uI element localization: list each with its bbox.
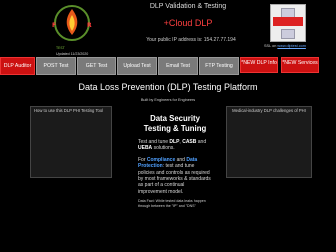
nav-dlp-auditor[interactable]: DLP Auditor — [0, 57, 35, 75]
intro-paragraph: Test and tune DLP, CASB and UEBA solutio… — [138, 139, 212, 152]
svg-text:R: R — [87, 22, 92, 29]
data-fact: Data Fact: While tested data leaks happe… — [138, 199, 206, 208]
para-text: For — [138, 156, 146, 163]
video-dlp-phi-tool[interactable]: How to use this DLP PHI Testing Tool — [30, 106, 112, 178]
nav-ftp-testing[interactable]: FTP Testing — [199, 57, 239, 75]
tagline: Built by Engineers for Engineers — [140, 98, 196, 102]
intro-section: Data Security Testing & Tuning Test and … — [138, 114, 212, 208]
ssl-prefix: SSL on — [264, 44, 277, 48]
chat-icon — [281, 29, 295, 39]
updated-date: Updated 11/23/2020 — [56, 52, 89, 56]
ssl-link[interactable]: www.dlptest.com — [277, 44, 306, 48]
nav-get-test[interactable]: GET Test — [77, 57, 116, 75]
video-title: How to use this DLP PHI Testing Tool — [34, 108, 104, 113]
nav-upload-test[interactable]: Upload Test — [117, 57, 157, 75]
plus-cloud-dlp-link[interactable]: +Cloud DLP — [118, 18, 258, 28]
para-bold: CASB — [182, 139, 197, 145]
site-title: DLP Validation & Testing — [149, 3, 227, 10]
para-bold: Compliance — [146, 156, 176, 163]
para-text: and — [197, 139, 207, 145]
nav-new-dlp-info[interactable]: *NEW DLP Info — [240, 57, 278, 73]
help-desk-banner — [273, 17, 303, 26]
main-navigation: DLP Auditor POST Test GET Test Upload Te… — [0, 57, 336, 75]
compliance-paragraph: For Compliance and Data Protection: test… — [138, 157, 212, 195]
para-text: Test and tune — [138, 139, 169, 145]
dlp-help-desk-badge[interactable] — [270, 4, 306, 42]
para-bold: DLP — [169, 139, 180, 145]
logo-text: TEST — [56, 46, 65, 50]
public-ip-text: Your public IP address is: 154.27.77.194 — [146, 37, 236, 43]
nav-new-services[interactable]: *NEW Services — [281, 57, 319, 73]
svg-text:F: F — [52, 22, 56, 29]
dlp-test-logo: F R — [52, 5, 92, 41]
para-text: , — [179, 139, 181, 145]
video-medical-dlp[interactable]: Medical-industry DLP challenges of PHI — [226, 106, 312, 178]
nav-post-test[interactable]: POST Test — [36, 57, 76, 75]
para-bold: UEBA — [138, 145, 153, 152]
page-title: Data Loss Prevention (DLP) Testing Platf… — [78, 82, 258, 92]
video-title: Medical-industry DLP challenges of PHI — [232, 108, 306, 113]
nav-email-test[interactable]: Email Test — [158, 57, 198, 75]
ssl-status: SSL on www.dlptest.com — [264, 44, 306, 48]
section-heading: Data Security Testing & Tuning — [143, 114, 207, 133]
para-text: solutions. — [153, 145, 175, 152]
para-text: and — [176, 156, 185, 163]
